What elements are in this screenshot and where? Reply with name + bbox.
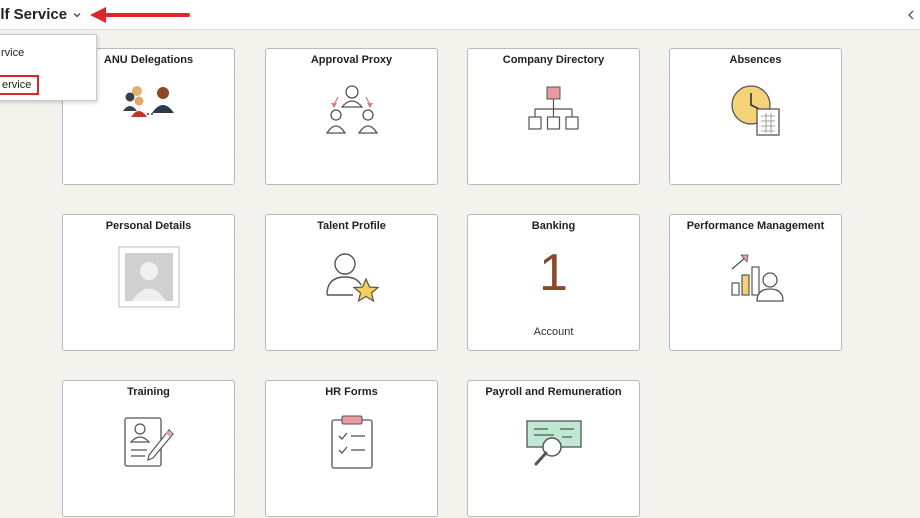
tile-talent-profile[interactable]: Talent Profile: [265, 214, 438, 351]
profile-photo-icon: [118, 246, 179, 308]
tile-absences[interactable]: Absences: [669, 48, 842, 185]
tile-title: HR Forms: [325, 386, 378, 398]
chevron-down-icon[interactable]: [72, 10, 82, 20]
tile-approval-proxy[interactable]: Approval Proxy: [265, 48, 438, 185]
tile-title: Banking: [531, 220, 576, 232]
banking-account-label: Account: [533, 326, 574, 338]
navigation-dropdown-menu: rvice ervice: [0, 34, 97, 101]
training-form-pencil-icon: [123, 417, 174, 467]
tile-title: Payroll and Remuneration: [485, 386, 622, 398]
tile-title: Training: [127, 386, 170, 398]
tile-company-directory[interactable]: Company Directory: [467, 48, 640, 185]
tile-title: Approval Proxy: [310, 54, 393, 66]
tile-hr-forms[interactable]: HR Forms: [265, 380, 438, 517]
banking-account-count: 1: [539, 244, 568, 302]
delegation-people-icon: [122, 86, 174, 117]
chevron-left-icon[interactable]: [906, 9, 916, 21]
red-arrow-annotation-icon: [90, 7, 190, 23]
tile-title: Company Directory: [502, 54, 605, 66]
tile-title: Personal Details: [105, 220, 192, 232]
tile-title: Absences: [729, 54, 782, 66]
performance-chart-icon: [730, 254, 784, 302]
tile-title: Talent Profile: [317, 220, 386, 232]
dropdown-item-2-highlighted[interactable]: ervice: [0, 75, 39, 95]
dropdown-item-1[interactable]: rvice: [0, 43, 96, 63]
tile-personal-details[interactable]: Personal Details: [62, 214, 235, 351]
org-chart-icon: [527, 86, 579, 130]
top-header-bar: elf Service: [0, 0, 920, 30]
cheque-magnifier-icon: [525, 420, 582, 466]
tile-payroll-and-remuneration[interactable]: Payroll and Remuneration: [467, 380, 640, 517]
tile-banking[interactable]: Banking 1 Account: [467, 214, 640, 351]
tile-performance-management[interactable]: Performance Management: [669, 214, 842, 351]
clock-calendar-icon: [730, 85, 780, 136]
clipboard-checklist-icon: [330, 415, 373, 469]
tile-title: Performance Management: [686, 220, 825, 232]
approval-proxy-icon: [325, 85, 378, 134]
page-title-menu[interactable]: elf Service: [0, 6, 67, 23]
person-star-icon: [325, 253, 380, 303]
tile-training[interactable]: Training: [62, 380, 235, 517]
